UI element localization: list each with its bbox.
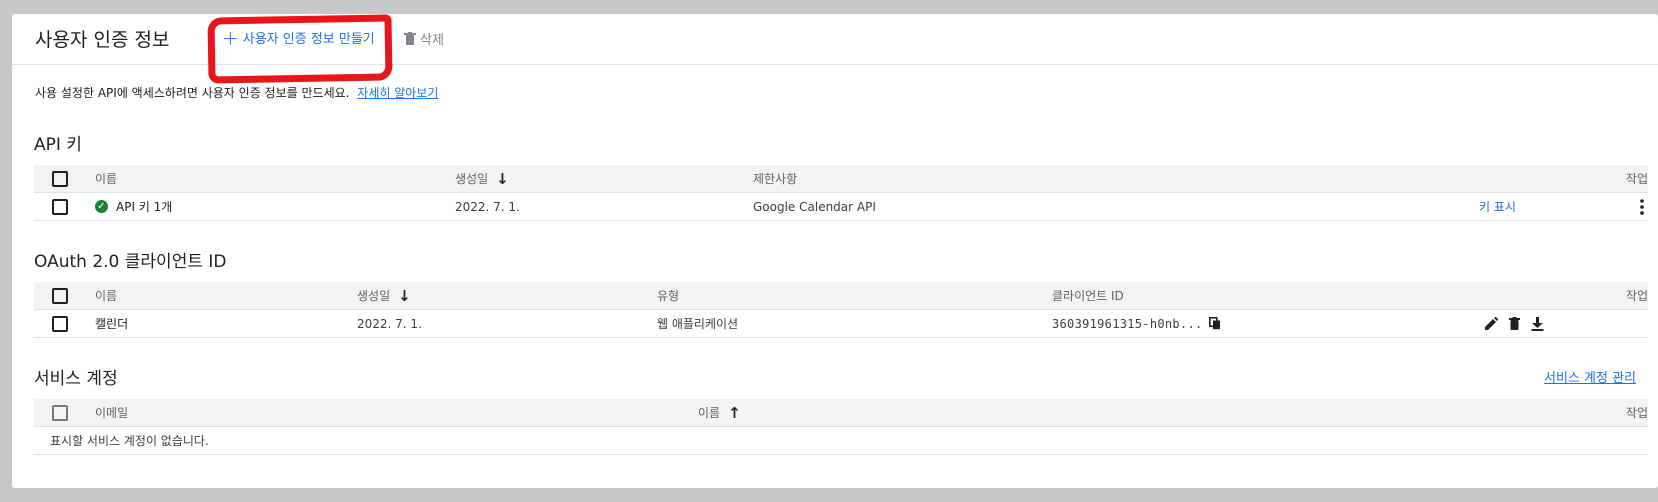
- table-row[interactable]: ✓ API 키 1개 2022. 7. 1. Google Calendar A…: [34, 193, 1648, 221]
- create-credentials-label: 사용자 인증 정보 만들기: [242, 32, 375, 47]
- delete-button[interactable]: 삭제: [404, 29, 444, 48]
- edit-icon[interactable]: [1485, 310, 1498, 337]
- intro-description: 사용 설정한 API에 액세스하려면 사용자 인증 정보를 만드세요.: [35, 86, 350, 100]
- select-all-checkbox[interactable]: [52, 287, 68, 304]
- more-vert-icon[interactable]: [1640, 193, 1644, 220]
- page-header: 사용자 인증 정보 + 사용자 인증 정보 만들기 삭제: [12, 14, 1658, 84]
- select-all-checkbox[interactable]: [52, 170, 68, 187]
- intro-text: 사용 설정한 API에 액세스하려면 사용자 인증 정보를 만드세요. 자세히 …: [35, 84, 438, 101]
- column-name: 이름: [95, 172, 118, 186]
- learn-more-link[interactable]: 자세히 알아보기: [357, 86, 438, 100]
- oauth-client-name[interactable]: 캘린더: [95, 310, 128, 337]
- oauth-type: 웹 애플리케이션: [657, 317, 739, 331]
- column-client-id: 클라이언트 ID: [1052, 289, 1124, 303]
- copy-icon[interactable]: [1208, 317, 1221, 330]
- api-key-created: 2022. 7. 1.: [455, 199, 520, 214]
- service-accounts-header-row: 이메일 이름 ↑ 작업: [34, 399, 1648, 427]
- api-keys-header-row: 이름 생성일 ↓ 제한사항 작업: [34, 165, 1648, 193]
- manage-service-accounts-link[interactable]: 서비스 계정 관리: [1544, 367, 1636, 386]
- api-keys-title: API 키: [34, 135, 82, 155]
- oauth-title: OAuth 2.0 클라이언트 ID: [34, 252, 227, 272]
- empty-state-text: 표시할 서비스 계정이 없습니다.: [50, 434, 209, 448]
- column-actions: 작업: [1625, 172, 1648, 186]
- arrow-down-icon: ↓: [398, 286, 411, 305]
- column-actions: 작업: [1625, 289, 1648, 303]
- empty-row: 표시할 서비스 계정이 없습니다.: [34, 427, 1648, 455]
- select-all-checkbox[interactable]: [52, 404, 68, 421]
- column-name: 이름: [95, 289, 118, 303]
- page-title: 사용자 인증 정보: [35, 29, 170, 51]
- delete-label: 삭제: [420, 33, 444, 48]
- api-keys-table: 이름 생성일 ↓ 제한사항 작업 ✓ API 키 1개 2022. 7. 1. …: [34, 165, 1648, 221]
- api-key-restrictions: Google Calendar API: [753, 199, 876, 214]
- service-accounts-table: 이메일 이름 ↑ 작업 표시할 서비스 계정이 없습니다.: [34, 399, 1648, 455]
- row-checkbox[interactable]: [52, 315, 68, 332]
- credentials-panel: 사용자 인증 정보 + 사용자 인증 정보 만들기 삭제 사용 설정한 API에…: [12, 14, 1658, 488]
- trash-icon: [404, 31, 416, 45]
- oauth-client-id: 360391961315-h0nb...: [1052, 316, 1203, 331]
- show-key-link[interactable]: 키 표시: [1479, 193, 1516, 220]
- arrow-up-icon: ↑: [728, 403, 741, 422]
- row-checkbox[interactable]: [52, 198, 68, 215]
- plus-icon: +: [222, 25, 239, 50]
- service-accounts-title: 서비스 계정: [34, 369, 118, 389]
- column-email: 이메일: [95, 406, 129, 420]
- column-created-label: 생성일: [455, 172, 489, 186]
- check-circle-icon: ✓: [95, 200, 108, 213]
- create-credentials-button[interactable]: + 사용자 인증 정보 만들기: [222, 25, 375, 50]
- table-row[interactable]: 캘린더 2022. 7. 1. 웹 애플리케이션 360391961315-h0…: [34, 310, 1648, 338]
- oauth-table: 이름 생성일 ↓ 유형 클라이언트 ID 작업 캘린더 2022. 7. 1. …: [34, 282, 1648, 338]
- arrow-down-icon: ↓: [496, 169, 509, 188]
- column-actions: 작업: [1625, 406, 1648, 420]
- column-created[interactable]: 생성일 ↓: [357, 282, 411, 309]
- column-restrictions: 제한사항: [753, 172, 798, 186]
- column-created[interactable]: 생성일 ↓: [455, 165, 509, 192]
- column-name[interactable]: 이름 ↑: [698, 399, 741, 426]
- column-created-label: 생성일: [357, 289, 391, 303]
- oauth-header-row: 이름 생성일 ↓ 유형 클라이언트 ID 작업: [34, 282, 1648, 310]
- download-icon[interactable]: [1531, 310, 1544, 337]
- column-name-label: 이름: [698, 406, 721, 420]
- api-key-name[interactable]: API 키 1개: [116, 198, 172, 215]
- column-type: 유형: [657, 289, 680, 303]
- oauth-created: 2022. 7. 1.: [357, 316, 422, 331]
- trash-icon[interactable]: [1509, 310, 1520, 337]
